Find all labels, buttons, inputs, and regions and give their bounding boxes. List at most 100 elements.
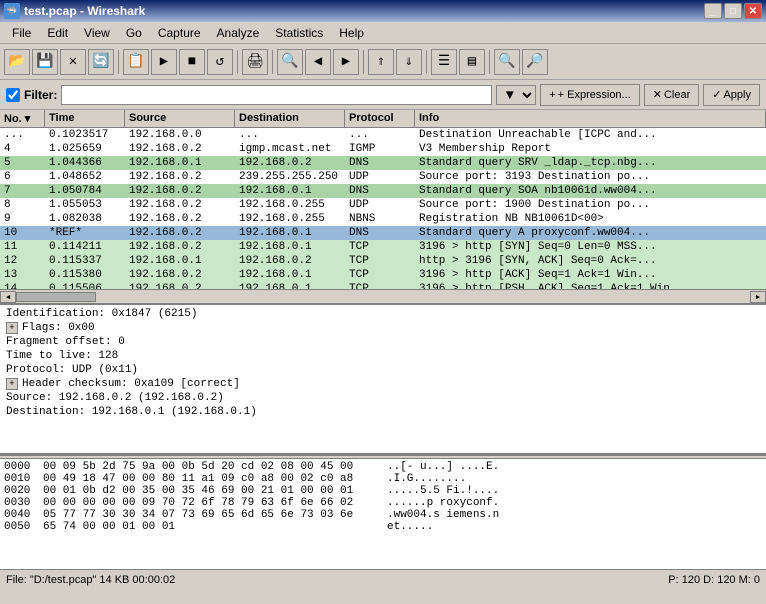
menu-help[interactable]: Help xyxy=(331,24,372,42)
col-header-dest[interactable]: Destination xyxy=(235,110,345,127)
detail-text: Header checksum: 0xa109 [correct] xyxy=(22,378,240,390)
cell-info: Destination Unreachable [ICPC and... xyxy=(415,128,766,142)
capture-restart-button[interactable]: ↺ xyxy=(207,49,233,75)
table-row[interactable]: 12 0.115337 192.168.0.1 192.168.0.2 TCP … xyxy=(0,254,766,268)
hex-ascii: ......p roxyconf. xyxy=(387,497,499,509)
next-button[interactable]: ▶ xyxy=(333,49,359,75)
print-button[interactable]: 🖨 xyxy=(242,49,268,75)
hex-offset: 0020 xyxy=(4,485,39,497)
maximize-button[interactable]: □ xyxy=(724,3,742,19)
col-header-time[interactable]: Time xyxy=(45,110,125,127)
hex-ascii: .....5.5 Fi.!.... xyxy=(387,485,499,497)
table-row[interactable]: 9 1.082038 192.168.0.2 192.168.0.255 NBN… xyxy=(0,212,766,226)
scrollbar-thumb[interactable] xyxy=(16,292,96,302)
cell-no: ... xyxy=(0,128,45,142)
colorize-button[interactable]: ☰ xyxy=(431,49,457,75)
scroll-left-btn[interactable]: ◂ xyxy=(0,291,16,303)
expand-icon[interactable]: + xyxy=(6,322,18,334)
zoom-out-button[interactable]: 🔎 xyxy=(522,49,548,75)
hex-ascii: ..[- u...] ....E. xyxy=(387,461,499,473)
expression-button[interactable]: + + Expression... xyxy=(540,84,640,106)
table-row[interactable]: 5 1.044366 192.168.0.1 192.168.0.2 DNS S… xyxy=(0,156,766,170)
clear-button[interactable]: ✕ Clear xyxy=(644,84,700,106)
table-row[interactable]: 8 1.055053 192.168.0.2 192.168.0.255 UDP… xyxy=(0,198,766,212)
capture-options-button[interactable]: 📋 xyxy=(123,49,149,75)
zoom-in-button[interactable]: 🔍 xyxy=(494,49,520,75)
hex-row: 0000 00 09 5b 2d 75 9a 00 0b 5d 20 cd 02… xyxy=(4,461,762,473)
cell-dest: ... xyxy=(235,128,345,142)
capture-start-button[interactable]: ▶ xyxy=(151,49,177,75)
menu-edit[interactable]: Edit xyxy=(39,24,76,42)
plus-icon: + xyxy=(549,89,555,101)
detail-pane: Identification: 0x1847 (6215) + Flags: 0… xyxy=(0,305,766,455)
toolbar-sep-4 xyxy=(363,50,364,74)
cell-dest: 192.168.0.255 xyxy=(235,212,345,226)
table-row[interactable]: 11 0.114211 192.168.0.2 192.168.0.1 TCP … xyxy=(0,240,766,254)
cell-info: Source port: 3193 Destination po... xyxy=(415,170,766,184)
cell-proto: TCP xyxy=(345,282,415,289)
cell-dest: 192.168.0.255 xyxy=(235,198,345,212)
packet-rows[interactable]: ... 0.1023517 192.168.0.0 ... ... Destin… xyxy=(0,128,766,289)
prev-button[interactable]: ◀ xyxy=(305,49,331,75)
table-row[interactable]: 13 0.115380 192.168.0.2 192.168.0.1 TCP … xyxy=(0,268,766,282)
cell-time: 0.1023517 xyxy=(45,128,125,142)
menu-analyze[interactable]: Analyze xyxy=(209,24,268,42)
clear-icon: ✕ xyxy=(653,88,662,101)
table-row[interactable]: 10 *REF* 192.168.0.2 192.168.0.1 DNS Sta… xyxy=(0,226,766,240)
view-button[interactable]: ▤ xyxy=(459,49,485,75)
cell-info: Standard query SRV _ldap._tcp.nbg... xyxy=(415,156,766,170)
expand-icon[interactable]: + xyxy=(6,378,18,390)
detail-line[interactable]: + Header checksum: 0xa109 [correct] xyxy=(2,377,764,391)
menu-statistics[interactable]: Statistics xyxy=(267,24,331,42)
hex-bytes: 00 09 5b 2d 75 9a 00 0b 5d 20 cd 02 08 0… xyxy=(43,461,383,473)
detail-text: Destination: 192.168.0.1 (192.168.0.1) xyxy=(6,406,257,418)
hex-row: 0040 05 77 77 30 30 34 07 73 69 65 6d 65… xyxy=(4,509,762,521)
col-header-source[interactable]: Source xyxy=(125,110,235,127)
save-button[interactable]: 💾 xyxy=(32,49,58,75)
scroll-right-btn[interactable]: ▸ xyxy=(750,291,766,303)
filter-dropdown[interactable]: ▼ xyxy=(496,85,536,105)
cell-time: 0.114211 xyxy=(45,240,125,254)
menu-file[interactable]: File xyxy=(4,24,39,42)
capture-stop-button[interactable]: ■ xyxy=(179,49,205,75)
table-row[interactable]: 14 0.115506 192.168.0.2 192.168.0.1 TCP … xyxy=(0,282,766,289)
detail-text: Fragment offset: 0 xyxy=(6,336,125,348)
filter-checkbox[interactable] xyxy=(6,88,20,102)
table-row[interactable]: 4 1.025659 192.168.0.2 igmp.mcast.net IG… xyxy=(0,142,766,156)
filter-input[interactable] xyxy=(61,85,492,105)
cell-proto: TCP xyxy=(345,240,415,254)
cell-no: 4 xyxy=(0,142,45,156)
detail-line[interactable]: + Flags: 0x00 xyxy=(2,321,764,335)
table-row[interactable]: 7 1.050784 192.168.0.2 192.168.0.1 DNS S… xyxy=(0,184,766,198)
open-button[interactable]: 📂 xyxy=(4,49,30,75)
cell-info: 3196 > http [SYN] Seq=0 Len=0 MSS... xyxy=(415,240,766,254)
cell-proto: UDP xyxy=(345,198,415,212)
status-bar: File: "D:/test.pcap" 14 KB 00:00:02 P: 1… xyxy=(0,569,766,589)
hex-pane: 0000 00 09 5b 2d 75 9a 00 0b 5d 20 cd 02… xyxy=(0,459,766,569)
close-button[interactable]: ✕ xyxy=(744,3,762,19)
menu-view[interactable]: View xyxy=(76,24,118,42)
reload-button[interactable]: 🔄 xyxy=(88,49,114,75)
table-row[interactable]: 6 1.048652 192.168.0.2 239.255.255.250 U… xyxy=(0,170,766,184)
jump-last-button[interactable]: ⇓ xyxy=(396,49,422,75)
toolbar-sep-6 xyxy=(489,50,490,74)
close-file-button[interactable]: ✕ xyxy=(60,49,86,75)
menu-bar: File Edit View Go Capture Analyze Statis… xyxy=(0,22,766,44)
toolbar-sep-2 xyxy=(237,50,238,74)
detail-line: Time to live: 128 xyxy=(2,349,764,363)
jump-first-button[interactable]: ⇑ xyxy=(368,49,394,75)
detail-text: Identification: 0x1847 (6215) xyxy=(6,308,197,320)
col-header-proto[interactable]: Protocol xyxy=(345,110,415,127)
packet-list-scrollbar[interactable]: ◂ ▸ xyxy=(0,289,766,303)
minimize-button[interactable]: _ xyxy=(704,3,722,19)
find-button[interactable]: 🔍 xyxy=(277,49,303,75)
menu-capture[interactable]: Capture xyxy=(150,24,209,42)
hex-bytes: 00 00 00 00 00 09 70 72 6f 78 79 63 6f 6… xyxy=(43,497,383,509)
apply-button[interactable]: ✓ Apply xyxy=(703,84,760,106)
cell-proto: DNS xyxy=(345,226,415,240)
col-header-info[interactable]: Info xyxy=(415,110,766,127)
cell-time: 1.082038 xyxy=(45,212,125,226)
table-row[interactable]: ... 0.1023517 192.168.0.0 ... ... Destin… xyxy=(0,128,766,142)
menu-go[interactable]: Go xyxy=(118,24,150,42)
col-header-no[interactable]: No. ▾ xyxy=(0,110,45,127)
